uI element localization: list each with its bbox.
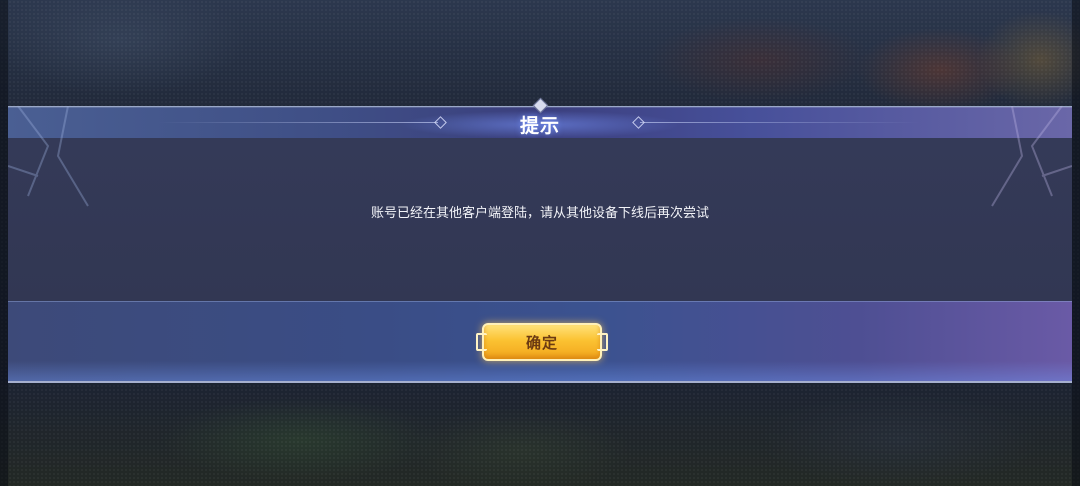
right-edge-shade	[1072, 0, 1080, 486]
dialog-message: 账号已经在其他客户端登陆，请从其他设备下线后再次尝试	[370, 206, 709, 221]
game-screen: 提示 账号已经在其他客户端登陆，请从其他设备下线后再次尝试 确定	[0, 0, 1080, 486]
corner-ornament-left-icon	[8, 106, 89, 207]
notice-dialog: 提示 账号已经在其他客户端登陆，请从其他设备下线后再次尝试 确定	[8, 97, 1072, 383]
dialog-content: 账号已经在其他客户端登陆，请从其他设备下线后再次尝试	[8, 138, 1072, 301]
dialog-button-bar: 确定	[8, 301, 1072, 383]
title-line-left	[158, 122, 438, 123]
dialog-title: 提示	[519, 115, 560, 137]
confirm-button-label: 确定	[525, 333, 558, 352]
title-line-right	[640, 122, 920, 123]
confirm-button[interactable]: 确定	[476, 323, 608, 361]
left-edge-shade	[0, 0, 8, 486]
button-cap-right-icon	[597, 333, 608, 351]
corner-ornament-right-icon	[991, 106, 1072, 207]
button-cap-left-icon	[476, 333, 487, 351]
